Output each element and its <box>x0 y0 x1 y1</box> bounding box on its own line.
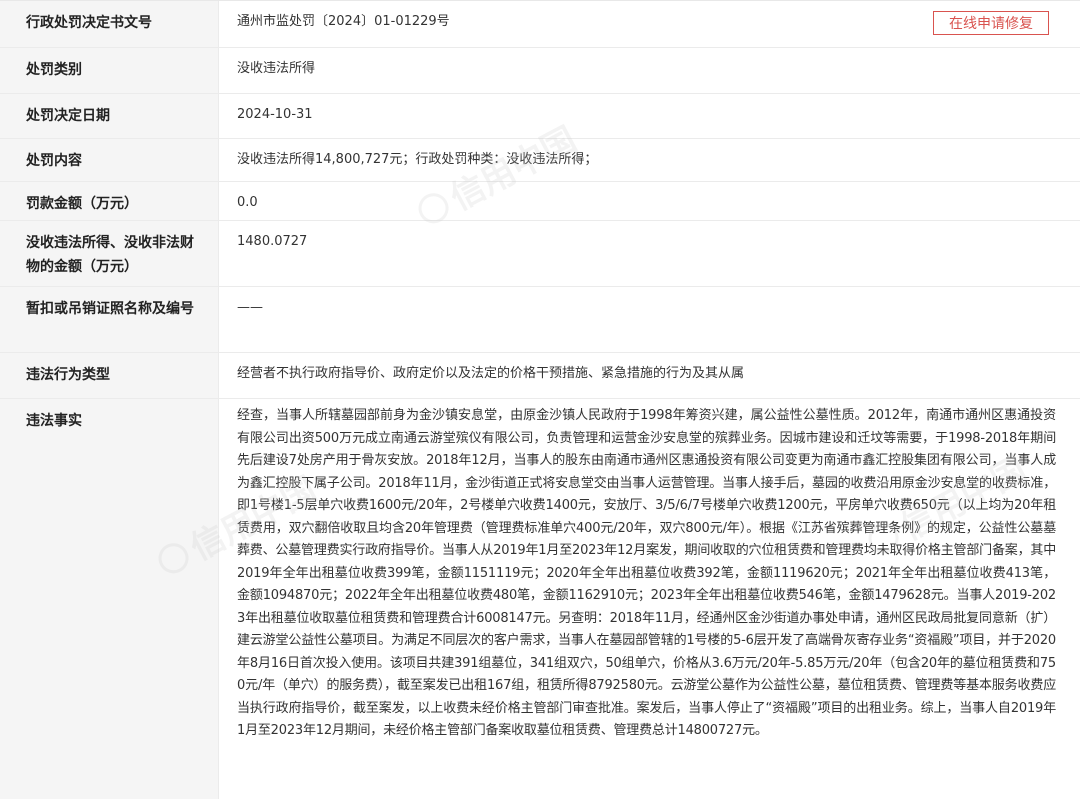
row-label: 没收违法所得、没收非法财物的金额（万元） <box>0 221 219 286</box>
violation-facts-text: 经查，当事人所辖墓园部前身为金沙镇安息堂，由原金沙镇人民政府于1998年筹资兴建… <box>237 408 1056 738</box>
row-penalty-category: 处罚类别 没收违法所得 <box>0 48 1080 94</box>
row-decision-date: 处罚决定日期 2024-10-31 <box>0 94 1080 139</box>
penalty-detail-table: 行政处罚决定书文号 通州市监处罚〔2024〕01-01229号 在线申请修复 处… <box>0 0 1080 799</box>
row-value: —— <box>237 300 263 315</box>
row-label: 处罚决定日期 <box>0 94 219 138</box>
row-value: 1480.0727 <box>237 234 308 249</box>
row-license-suspension: 暂扣或吊销证照名称及编号 —— <box>0 287 1080 353</box>
row-label: 违法行为类型 <box>0 353 219 398</box>
row-violation-type: 违法行为类型 经营者不执行政府指导价、政府定价以及法定的价格干预措施、紧急措施的… <box>0 353 1080 399</box>
row-value: 没收违法所得14,800,727元；行政处罚种类：没收违法所得； <box>237 152 598 167</box>
row-confiscated-amount: 没收违法所得、没收非法财物的金额（万元） 1480.0727 <box>0 221 1080 287</box>
decision-number-text: 通州市监处罚〔2024〕01-01229号 <box>237 14 450 29</box>
row-value: 通州市监处罚〔2024〕01-01229号 在线申请修复 <box>219 1 1080 47</box>
row-label: 行政处罚决定书文号 <box>0 1 219 47</box>
online-repair-button[interactable]: 在线申请修复 <box>933 11 1049 35</box>
row-label: 处罚类别 <box>0 48 219 93</box>
row-value: 没收违法所得 <box>237 61 316 76</box>
row-violation-facts: 违法事实 经查，当事人所辖墓园部前身为金沙镇安息堂，由原金沙镇人民政府于1998… <box>0 399 1080 799</box>
row-label: 违法事实 <box>0 399 219 799</box>
row-decision-number: 行政处罚决定书文号 通州市监处罚〔2024〕01-01229号 在线申请修复 <box>0 1 1080 48</box>
row-value: 0.0 <box>237 195 258 210</box>
row-label: 暂扣或吊销证照名称及编号 <box>0 287 219 352</box>
row-fine-amount: 罚款金额（万元） 0.0 <box>0 182 1080 221</box>
row-penalty-content: 处罚内容 没收违法所得14,800,727元；行政处罚种类：没收违法所得； <box>0 139 1080 182</box>
row-value: 2024-10-31 <box>237 107 313 122</box>
row-label: 罚款金额（万元） <box>0 182 219 220</box>
row-label: 处罚内容 <box>0 139 219 181</box>
row-value: 经营者不执行政府指导价、政府定价以及法定的价格干预措施、紧急措施的行为及其从属 <box>237 366 745 381</box>
